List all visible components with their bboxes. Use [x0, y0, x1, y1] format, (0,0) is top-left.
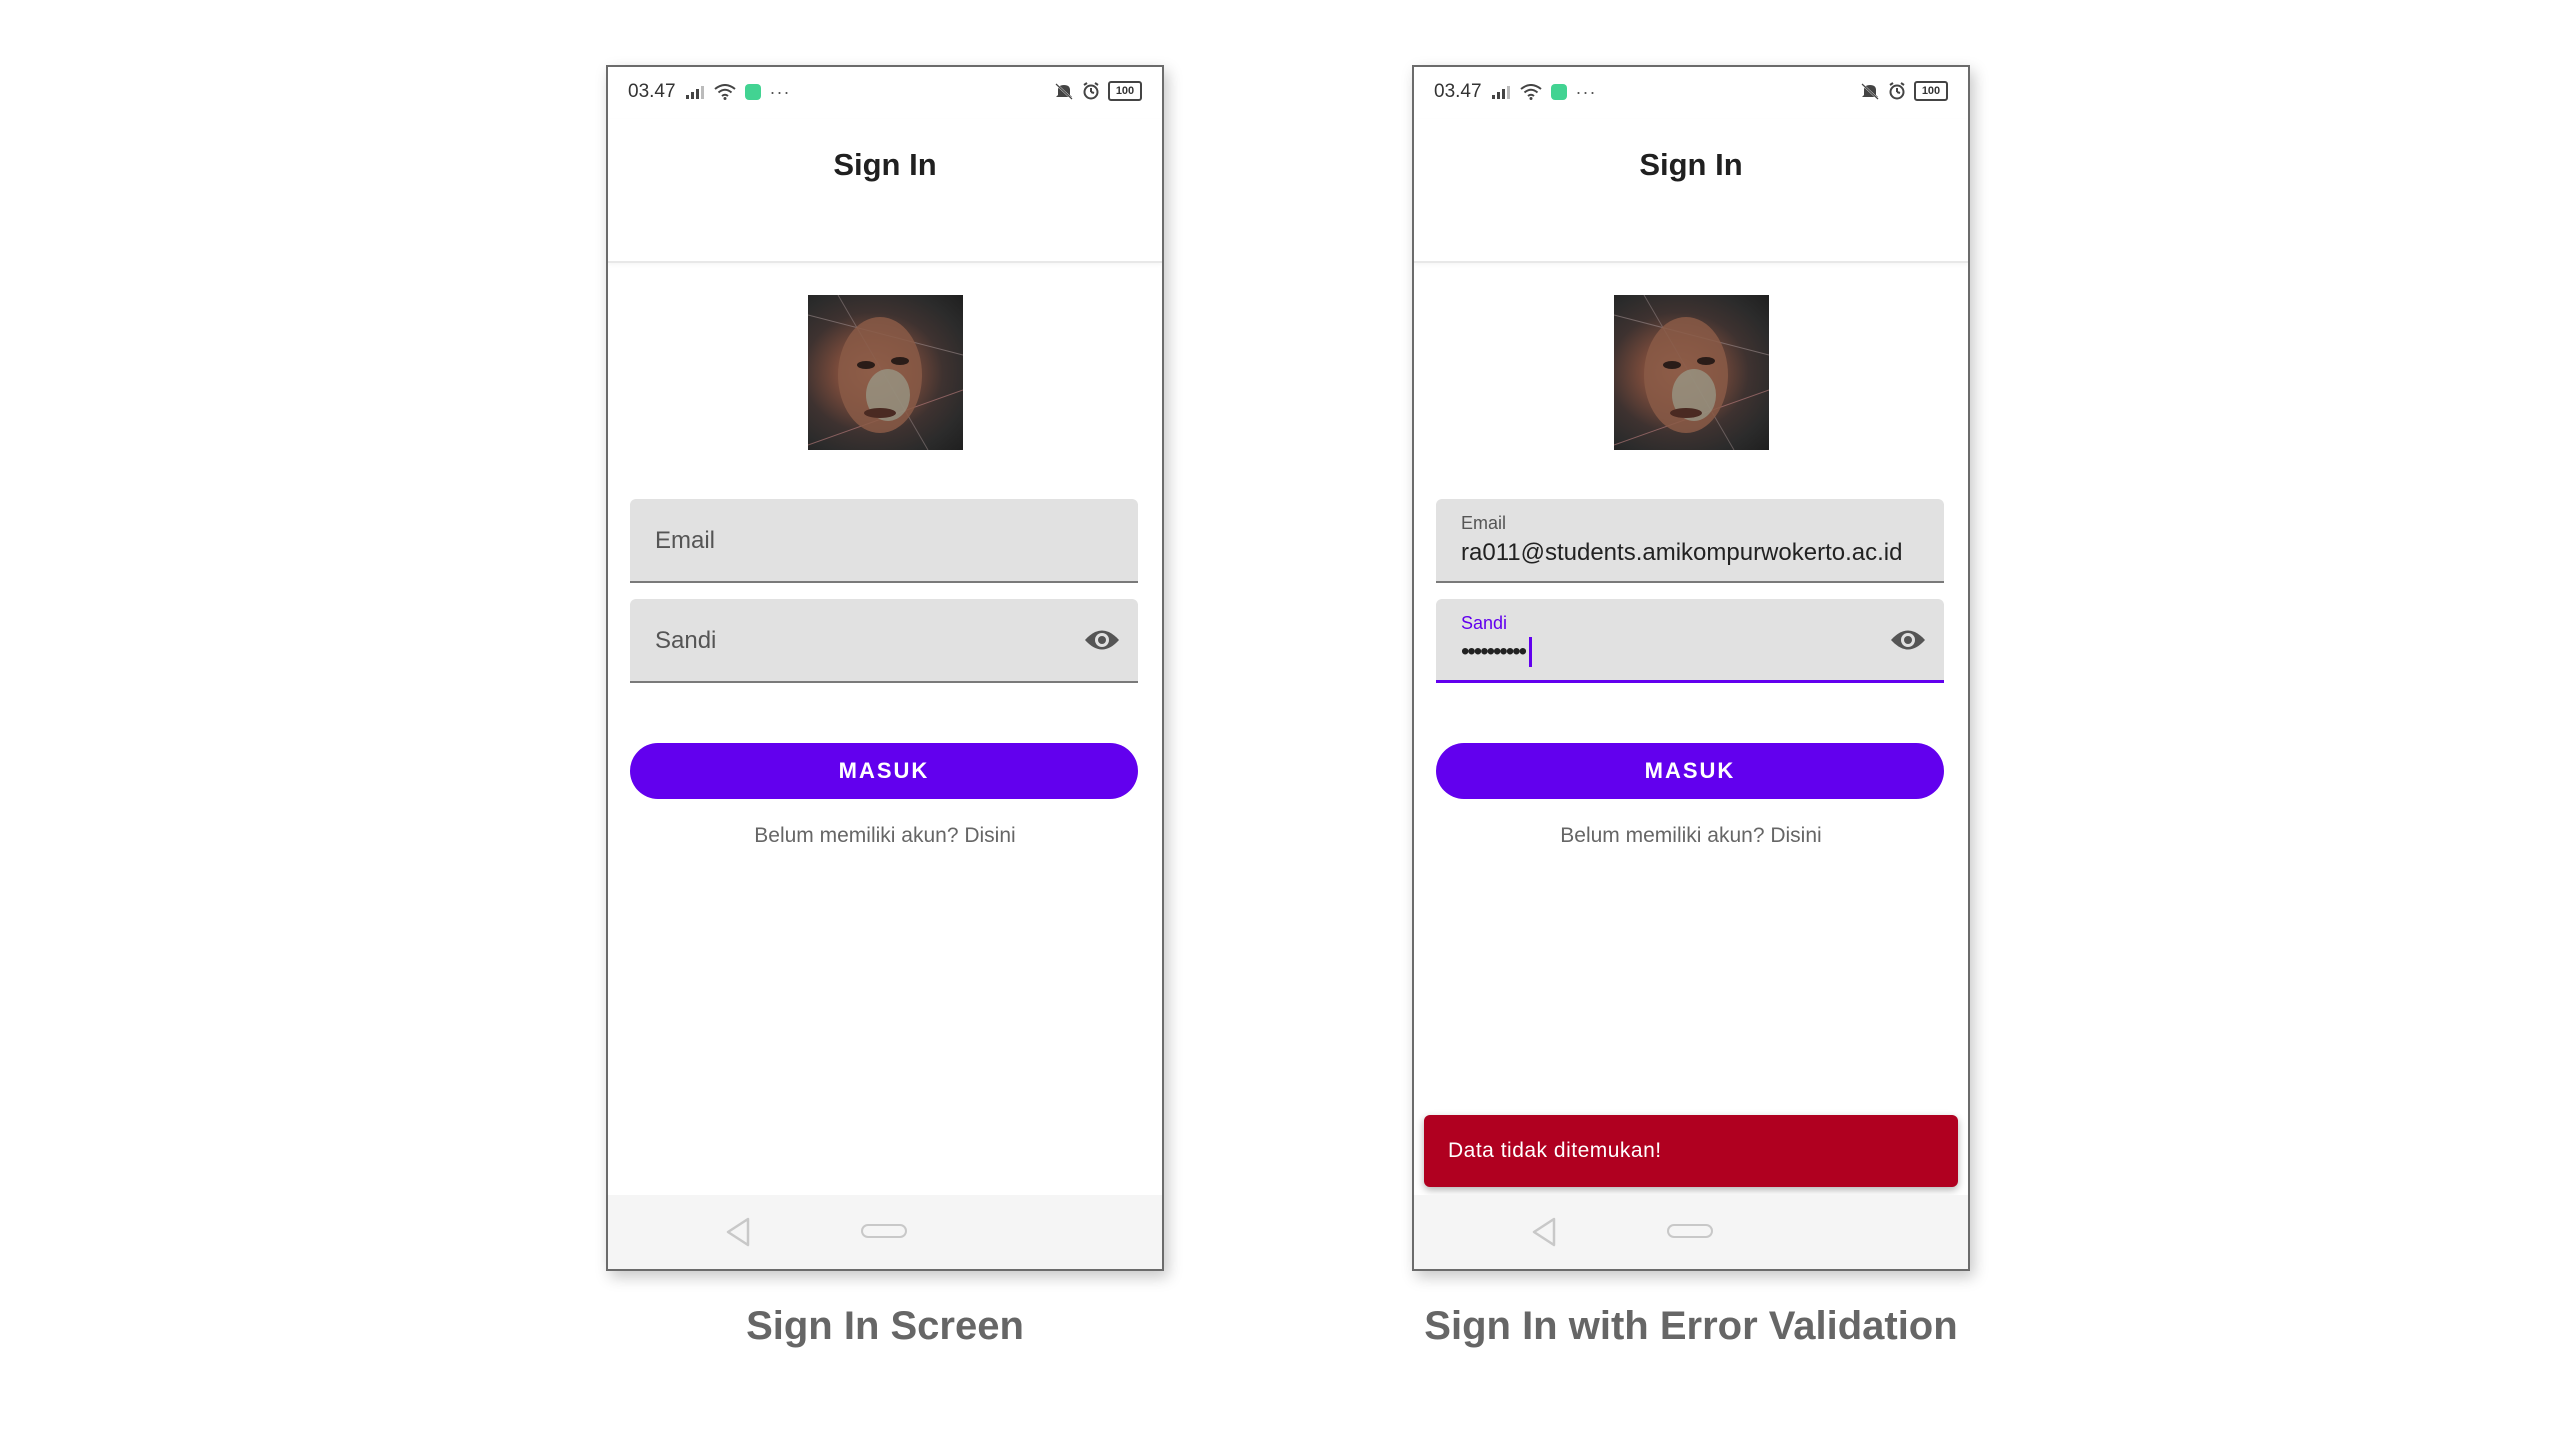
navigation-bar	[1414, 1195, 1968, 1269]
navigation-bar	[608, 1195, 1162, 1269]
signal-icon	[685, 86, 704, 99]
screen-caption: Sign In with Error Validation	[1424, 1304, 1958, 1348]
eye-icon[interactable]	[1890, 625, 1926, 655]
alarm-icon	[1889, 82, 1905, 100]
page-title: Sign In	[1639, 147, 1743, 182]
page-title: Sign In	[833, 147, 937, 182]
email-label: Email	[1461, 513, 1507, 533]
eye-icon[interactable]	[1084, 625, 1120, 655]
mute-icon	[1055, 83, 1073, 100]
alarm-icon	[1083, 82, 1099, 100]
password-field[interactable]: Sandi	[630, 599, 1138, 683]
status-time: 03.47	[628, 81, 676, 102]
email-value: ra011@students.amikompurwokerto.ac.id	[1461, 539, 1903, 566]
mute-icon	[1861, 83, 1879, 100]
password-dots: ••••••••••	[1461, 638, 1527, 665]
screen-caption: Sign In Screen	[746, 1304, 1024, 1348]
battery-icon: 100	[1108, 81, 1142, 101]
password-field[interactable]: Sandi ••••••••••	[1436, 599, 1944, 683]
back-nav-icon[interactable]	[1530, 1217, 1558, 1247]
email-placeholder: Email	[655, 527, 716, 554]
sign-in-screen-panel: 03.47 ··· 100 Sign In Email Sandi MASUK …	[606, 65, 1164, 1348]
home-nav-icon[interactable]	[1667, 1224, 1713, 1238]
error-snackbar: Data tidak ditemukan!	[1424, 1115, 1958, 1187]
app-notification-icon	[744, 84, 761, 100]
login-button[interactable]: MASUK	[1436, 743, 1944, 799]
password-value: ••••••••••	[1461, 637, 1533, 667]
wifi-icon	[1519, 84, 1542, 100]
status-bar: 03.47 ··· 100	[1414, 67, 1968, 119]
home-nav-icon[interactable]	[861, 1224, 907, 1238]
phone-frame: 03.47 ··· 100 Sign In	[606, 65, 1164, 1271]
back-nav-icon[interactable]	[724, 1217, 752, 1247]
status-bar: 03.47 ··· 100	[608, 67, 1162, 119]
status-time: 03.47	[1434, 81, 1482, 102]
more-notifications-icon: ···	[769, 82, 791, 102]
more-notifications-icon: ···	[1575, 82, 1597, 102]
email-field[interactable]: Email ra011@students.amikompurwokerto.ac…	[1436, 499, 1944, 583]
email-field[interactable]: Email	[630, 499, 1138, 583]
signup-link[interactable]: Belum memiliki akun? Disini	[1414, 824, 1968, 848]
app-bar: Sign In	[1414, 119, 1968, 263]
phone-frame: 03.47 ··· 100 Sign In	[1412, 65, 1970, 1271]
login-button[interactable]: MASUK	[630, 743, 1138, 799]
signal-icon	[1491, 86, 1510, 99]
wifi-icon	[713, 84, 736, 100]
app-bar: Sign In	[608, 119, 1162, 263]
app-notification-icon	[1550, 84, 1567, 100]
signup-link[interactable]: Belum memiliki akun? Disini	[608, 824, 1162, 848]
password-placeholder: Sandi	[655, 627, 717, 654]
battery-icon: 100	[1914, 81, 1948, 101]
profile-photo	[1614, 295, 1769, 450]
sign-in-error-panel: 03.47 ··· 100 Sign In Email ra011@studen…	[1412, 65, 1970, 1348]
password-label: Sandi	[1461, 613, 1508, 633]
text-cursor	[1529, 637, 1533, 667]
profile-photo	[808, 295, 963, 450]
